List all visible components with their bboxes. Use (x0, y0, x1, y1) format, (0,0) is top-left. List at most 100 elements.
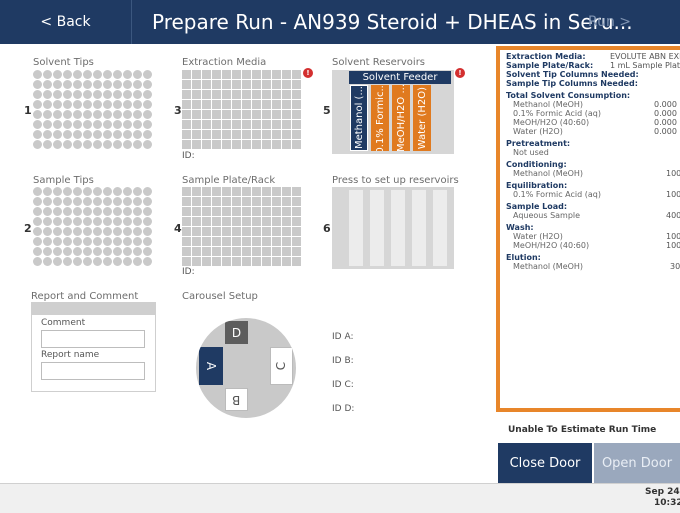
tip-well (93, 197, 102, 206)
tip-well (113, 120, 122, 129)
plate-well (182, 247, 191, 256)
sample-load-item: Aqueous Sample (513, 211, 581, 220)
tip-well (113, 187, 122, 196)
tip-well (143, 257, 152, 266)
solvent-tips-rack[interactable] (33, 70, 152, 149)
plate-well (202, 110, 211, 119)
empty-reservoir-slot (349, 190, 363, 266)
tip-well (63, 90, 72, 99)
plate-well (212, 90, 221, 99)
tip-well (33, 130, 42, 139)
close-door-button[interactable]: Close Door (498, 443, 592, 483)
plate-well (232, 120, 241, 129)
run-button[interactable]: Run > (574, 0, 680, 44)
carousel-position-c[interactable]: C (270, 347, 293, 385)
comment-input[interactable] (41, 330, 145, 348)
tip-well (73, 187, 82, 196)
sample-plate-rack[interactable] (182, 187, 301, 266)
report-comment-label: Report and Comment (31, 291, 139, 302)
tip-well (123, 90, 132, 99)
plate-well (182, 207, 191, 216)
report-name-input[interactable] (41, 362, 145, 380)
plate-well (252, 120, 261, 129)
sample-tips-rack[interactable] (33, 187, 152, 266)
tip-well (33, 237, 42, 246)
tip-well (33, 120, 42, 129)
back-button[interactable]: < Back (0, 0, 132, 44)
plate-well (282, 237, 291, 246)
plate-well (182, 227, 191, 236)
reservoir-tube-meoh-h2o[interactable]: MeOH/H2O ... (392, 85, 410, 151)
plate-well (212, 217, 221, 226)
plate-well (232, 90, 241, 99)
plate-well (282, 80, 291, 89)
tip-well (53, 257, 62, 266)
tip-well (63, 197, 72, 206)
tip-well (113, 130, 122, 139)
position-number-1: 1 (24, 104, 32, 117)
plate-well (222, 90, 231, 99)
tip-well (83, 207, 92, 216)
plate-well (182, 80, 191, 89)
alert-icon: ! (455, 68, 465, 78)
empty-reservoir-slot (433, 190, 447, 266)
plate-well (212, 130, 221, 139)
tip-well (113, 100, 122, 109)
tip-well (73, 257, 82, 266)
tip-well (83, 237, 92, 246)
consumption-amount: 0.000 m... (654, 109, 680, 118)
plate-well (212, 100, 221, 109)
footer-date: Sep 24 (645, 487, 680, 497)
carousel-position-b[interactable]: B (225, 388, 248, 411)
report-comment-box: Comment Report name (31, 302, 156, 392)
carousel-position-d[interactable]: D (225, 321, 248, 344)
plate-well (272, 207, 281, 216)
sample-plate-id: ID: (182, 267, 195, 277)
tip-well (33, 100, 42, 109)
tip-well (103, 197, 112, 206)
tip-well (63, 120, 72, 129)
tip-well (123, 120, 132, 129)
tip-well (103, 80, 112, 89)
open-door-button[interactable]: Open Door (594, 443, 680, 483)
carousel-position-a[interactable]: A (199, 347, 223, 385)
plate-well (222, 100, 231, 109)
carousel-id-a: ID A: (332, 332, 354, 342)
plate-well (292, 90, 301, 99)
plate-well (252, 187, 261, 196)
tip-well (103, 257, 112, 266)
reservoir-tube-formic-acid[interactable]: 0.1% Formic... (371, 85, 389, 151)
reservoir-tube-water[interactable]: Water (H2O) (413, 85, 431, 151)
tip-well (103, 130, 112, 139)
plate-well (252, 247, 261, 256)
tip-well (53, 217, 62, 226)
reservoir-tube-methanol[interactable]: Methanol (... (350, 85, 368, 151)
alert-icon: ! (303, 68, 313, 78)
extraction-media-key: Extraction Media: (506, 52, 586, 61)
tip-well (43, 120, 52, 129)
position-number-4: 4 (174, 222, 182, 235)
tip-well (103, 187, 112, 196)
reservoir-setup-button[interactable] (332, 187, 454, 269)
plate-well (202, 80, 211, 89)
plate-well (222, 237, 231, 246)
extraction-media-plate[interactable] (182, 70, 301, 149)
plate-well (232, 130, 241, 139)
tip-well (123, 80, 132, 89)
tip-well (113, 237, 122, 246)
plate-well (192, 120, 201, 129)
sample-load-header: Sample Load: (506, 202, 568, 211)
tip-well (63, 237, 72, 246)
plate-well (292, 187, 301, 196)
plate-well (282, 110, 291, 119)
tip-well (53, 80, 62, 89)
plate-well (192, 140, 201, 149)
position-number-6: 6 (323, 222, 331, 235)
tip-well (83, 247, 92, 256)
plate-well (262, 90, 271, 99)
tip-well (103, 120, 112, 129)
plate-well (272, 110, 281, 119)
plate-well (292, 197, 301, 206)
plate-well (252, 80, 261, 89)
plate-well (242, 227, 251, 236)
